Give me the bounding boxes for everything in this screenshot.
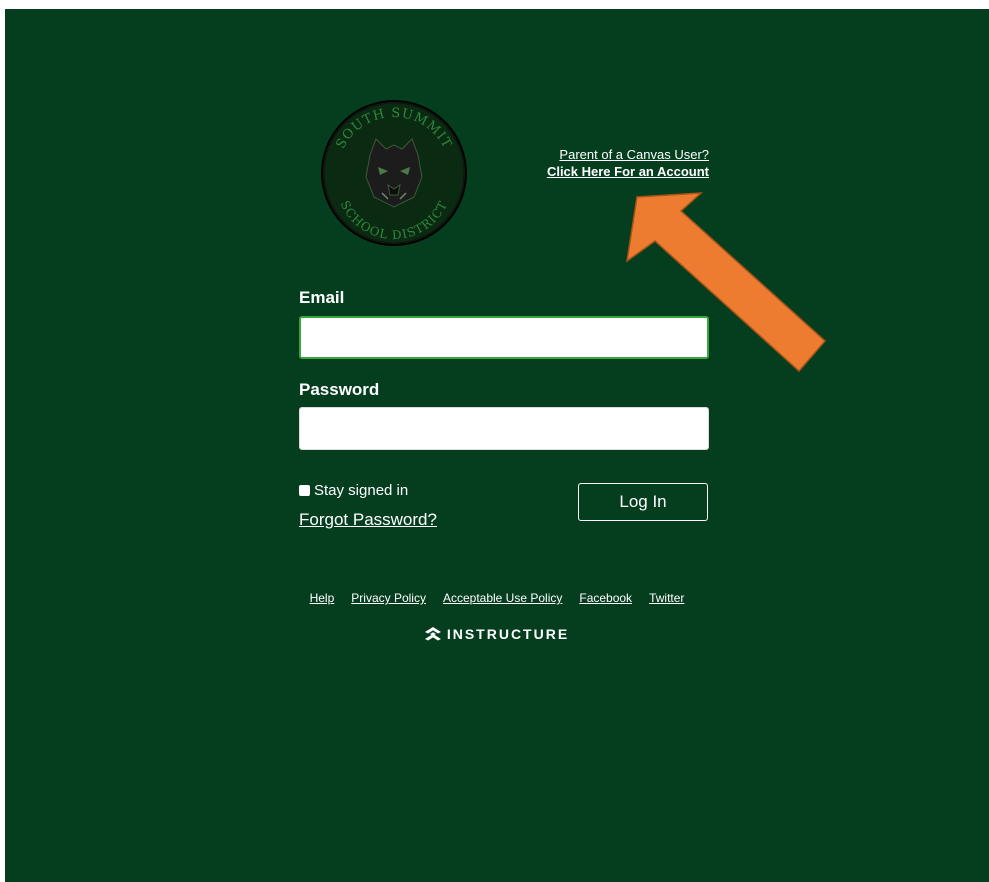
instructure-brand: INSTRUCTURE	[5, 626, 989, 642]
email-input[interactable]	[299, 316, 709, 359]
footer-links: Help Privacy Policy Acceptable Use Polic…	[5, 591, 989, 605]
school-logo: SOUTH SUMMIT SCHOOL DISTRICT	[318, 97, 470, 249]
login-button[interactable]: Log In	[578, 483, 708, 521]
forgot-password-link[interactable]: Forgot Password?	[299, 510, 437, 530]
stay-signed-in[interactable]: Stay signed in	[299, 481, 408, 499]
instructure-wordmark: INSTRUCTURE	[446, 626, 570, 642]
wildcat-icon	[365, 138, 423, 208]
login-page: SOUTH SUMMIT SCHOOL DISTRICT Parent of a…	[5, 9, 989, 882]
password-label: Password	[299, 380, 380, 399]
footer-link-acceptable-use[interactable]: Acceptable Use Policy	[443, 591, 562, 605]
stay-signed-in-checkbox[interactable]	[299, 484, 310, 496]
parent-question-link[interactable]: Parent of a Canvas User?	[559, 147, 709, 162]
footer-link-twitter[interactable]: Twitter	[649, 591, 684, 605]
password-input[interactable]	[299, 407, 709, 450]
footer-link-facebook[interactable]: Facebook	[579, 591, 632, 605]
parent-account-link[interactable]: Click Here For an Account	[547, 164, 709, 179]
footer-link-privacy[interactable]: Privacy Policy	[351, 591, 426, 605]
footer-link-help[interactable]: Help	[310, 591, 335, 605]
instructure-icon	[424, 627, 441, 641]
parent-account-links: Parent of a Canvas User? Click Here For …	[525, 146, 709, 180]
email-label: Email	[299, 288, 345, 307]
stay-signed-in-label: Stay signed in	[314, 481, 409, 499]
